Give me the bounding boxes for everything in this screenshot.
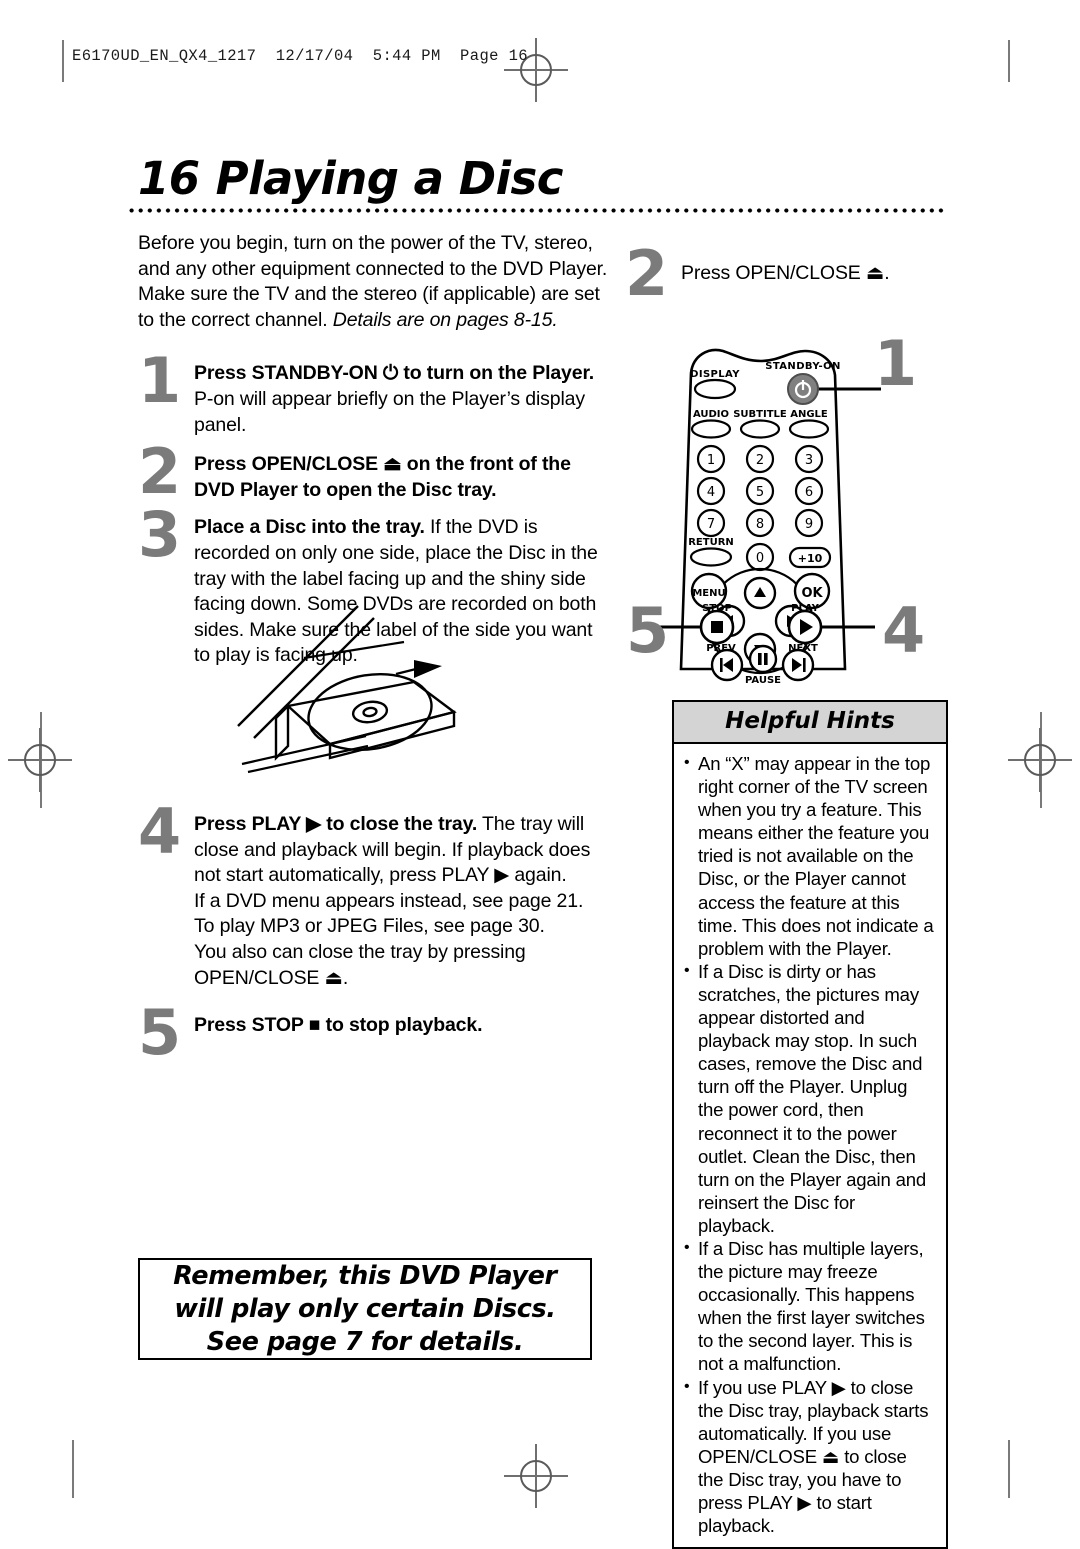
svg-text:8: 8 (756, 517, 764, 532)
svg-text:MENU: MENU (692, 588, 725, 599)
svg-text:3: 3 (805, 453, 813, 468)
hint-item: If a Disc is dirty or has scratches, the… (682, 959, 936, 1237)
right-step-2-text: Press OPEN/CLOSE ⏏. (681, 262, 890, 284)
trim-line-bottom-right (1008, 1440, 1010, 1498)
left-column-lower: 4 Press PLAY ▶ to close the tray. The tr… (138, 801, 610, 1064)
step-5-number: 5 (138, 996, 181, 1070)
svg-text:AUDIO: AUDIO (693, 409, 729, 420)
hint-item: If you use PLAY ▶ to close the Disc tray… (682, 1375, 936, 1538)
trim-line-top-right (1008, 40, 1010, 82)
intro-paragraph: Before you begin, turn on the power of t… (138, 231, 610, 333)
title-dotted-rule (129, 206, 947, 215)
svg-text:ANGLE: ANGLE (790, 409, 828, 420)
hint-item: An “X” may appear in the top right corne… (682, 751, 936, 960)
svg-text:6: 6 (805, 485, 813, 500)
step-1: 1 Press STANDBY-ON ⏻ to turn on the Play… (138, 350, 610, 438)
trim-line-top-left (62, 40, 64, 82)
svg-text:PAUSE: PAUSE (745, 675, 781, 686)
svg-text:2: 2 (756, 453, 764, 468)
svg-text:5: 5 (756, 485, 764, 500)
page-title-text: Playing a Disc (215, 152, 564, 205)
disc-tray-illustration (218, 586, 538, 801)
step-3-number: 3 (138, 498, 181, 572)
registration-mark-right (1008, 728, 1072, 792)
svg-text:DISPLAY: DISPLAY (690, 369, 740, 380)
helpful-hints-list: An “X” may appear in the top right corne… (674, 744, 946, 1547)
page-number: 16 (138, 152, 200, 205)
step-4-body: Press PLAY ▶ to close the tray. The tray… (194, 812, 610, 991)
intro-italic-note: Details are on pages 8-15. (332, 308, 558, 331)
helpful-hints-box: Helpful Hints An “X” may appear in the t… (672, 700, 948, 1549)
step-2-number: 2 (138, 435, 181, 509)
registration-mark-left (8, 728, 72, 792)
step-5: 5 Press STOP ■ to stop playback. (138, 1002, 610, 1064)
registration-mark-bottom (504, 1444, 568, 1508)
step-2-body: Press OPEN/CLOSE ⏏ on the front of the D… (194, 452, 610, 503)
trim-line-bottom-left (72, 1440, 74, 1498)
step-4-detail: The tray will close and playback will be… (194, 813, 591, 989)
svg-text:4: 4 (707, 485, 715, 500)
step-2: 2 Press OPEN/CLOSE ⏏ on the front of the… (138, 441, 610, 503)
remember-line-1: Remember, this DVD Player (173, 1260, 557, 1291)
step-1-detail: P-on will appear briefly on the Player’s… (194, 387, 585, 436)
step-4: 4 Press PLAY ▶ to close the tray. The tr… (138, 801, 610, 991)
right-step-2: 2 Press OPEN/CLOSE ⏏. (625, 243, 947, 313)
remote-callout-4: 4 (882, 594, 926, 667)
remember-line-2: will play only certain Discs. (174, 1293, 556, 1324)
print-slug: E6170UD_EN_QX4_1217 12/17/04 5:44 PM Pag… (72, 47, 528, 65)
remote-callout-1: 1 (874, 327, 918, 400)
step-5-body: Press STOP ■ to stop playback. (194, 1013, 610, 1039)
page-title: 16 Playing a Disc (138, 152, 563, 205)
svg-text:1: 1 (707, 453, 715, 468)
step-5-heading: Press STOP ■ to stop playback. (194, 1014, 483, 1037)
right-step-2-number: 2 (625, 237, 668, 310)
remember-box: Remember, this DVD Player will play only… (138, 1258, 592, 1360)
helpful-hints-header: Helpful Hints (674, 702, 946, 744)
step-1-heading: Press STANDBY-ON ⏻ to turn on the Player… (194, 362, 595, 385)
svg-text:SUBTITLE: SUBTITLE (733, 409, 787, 420)
step-2-heading: Press OPEN/CLOSE ⏏ on the front of the D… (194, 453, 571, 501)
right-column: 2 Press OPEN/CLOSE ⏏. (625, 243, 947, 313)
hint-item: If a Disc has multiple layers, the pictu… (682, 1236, 936, 1376)
step-3-heading: Place a Disc into the tray. (194, 516, 425, 539)
step-1-body: Press STANDBY-ON ⏻ to turn on the Player… (194, 361, 610, 438)
svg-text:9: 9 (805, 517, 813, 532)
step-4-number: 4 (138, 795, 181, 868)
svg-text:+10: +10 (798, 552, 823, 565)
svg-text:STANDBY-ON: STANDBY-ON (765, 361, 841, 372)
svg-text:OK: OK (801, 586, 823, 601)
svg-text:7: 7 (707, 517, 715, 532)
remember-line-3: See page 7 for details. (206, 1326, 524, 1357)
remote-callout-5: 5 (626, 594, 670, 667)
step-4-heading: Press PLAY ▶ to close the tray. (194, 813, 478, 835)
svg-text:RETURN: RETURN (688, 537, 734, 548)
svg-text:0: 0 (756, 551, 764, 566)
step-1-number: 1 (138, 344, 181, 418)
